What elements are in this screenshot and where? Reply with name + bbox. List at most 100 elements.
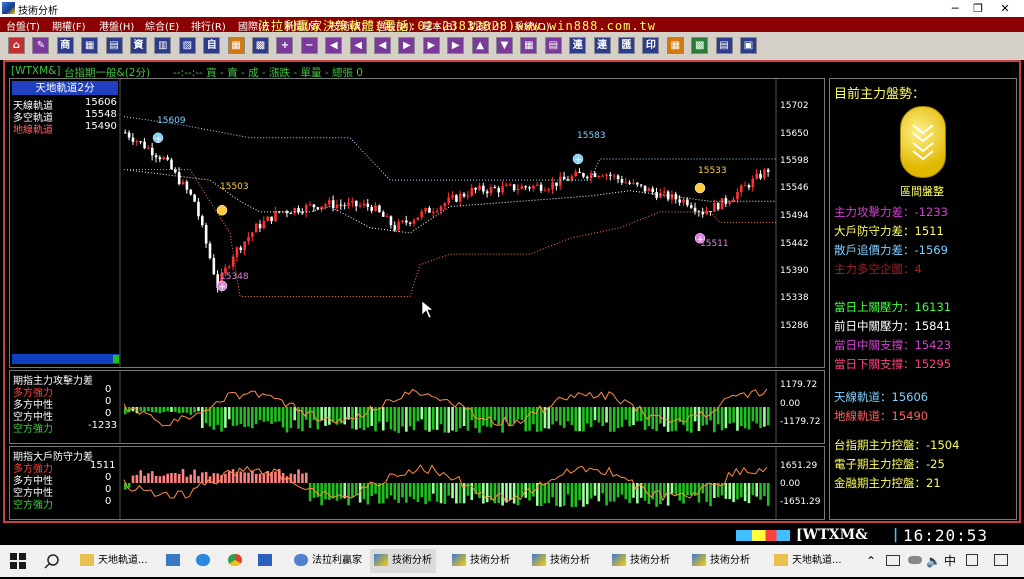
force-bar [532,483,535,497]
taskbar-item[interactable]: 天地軌道... [80,549,148,573]
toolbar-button-15[interactable]: ◀ [374,37,391,54]
force-bar [405,407,408,432]
chrome-icon[interactable] [228,549,246,573]
candle-body [766,169,770,172]
toolbar-button-12[interactable]: − [300,37,318,54]
toolbar-button-22[interactable]: ▤ [544,37,562,54]
toolbar-button-1[interactable]: ✎ [32,37,50,54]
toolbar-button-13[interactable]: ◀ [325,37,343,54]
toolbar-button-27[interactable]: ▦ [666,37,684,54]
taskbar-app-icon[interactable] [166,549,184,573]
taskbar-item[interactable]: 法拉利贏家 [294,549,362,573]
tray-chevron-icon[interactable]: ⌃ [866,549,876,573]
toolbar-button-14[interactable]: ◀ [349,37,367,54]
window-title-bar: 技術分析 ─ ❐ ✕ [0,0,1024,17]
candle-body [743,185,747,187]
force-bar [443,483,447,504]
candle-body [366,203,370,207]
toolbar-button-8[interactable]: 自 [203,37,221,54]
taskbar-item[interactable]: 技術分析 [452,549,510,573]
toolbar-button-19[interactable]: ▲ [471,37,489,54]
force-bar [458,483,462,504]
force-bar [362,407,366,431]
candle-body [285,211,289,214]
taskbar-item[interactable]: 技術分析 [532,549,590,573]
toolbar-button-4[interactable]: ▤ [105,37,123,54]
candle-body [663,191,666,193]
candle-body [316,207,320,210]
force-bar [216,407,219,425]
folder-icon [774,554,788,566]
toolbar-button-17[interactable]: ▶ [422,37,440,54]
force-bar [181,407,185,413]
toolbar-button-20[interactable]: ▼ [496,37,513,54]
toolbar-button-28[interactable]: ▩ [691,37,709,54]
toolbar-button-7[interactable]: ▧ [178,37,196,54]
candle-body [597,175,601,177]
toolbar-button-6[interactable]: ▥ [154,37,172,54]
taskbar-item[interactable]: 天地軌道... [774,549,842,573]
close-button[interactable]: ✕ [982,0,1024,17]
toolbar-button-18[interactable]: ▶ [447,37,465,54]
menu-item-taipan[interactable]: 台盤(T) [6,18,40,33]
clock: 16:20:53 [903,526,989,545]
force-bar [189,407,193,415]
chart-app-icon [532,554,546,566]
menu-item-futures[interactable]: 期權(F) [52,18,86,33]
toolbar-button-25[interactable]: 匯 [618,37,635,54]
candle-body [478,185,481,190]
toolbar-button-2[interactable]: 商 [56,37,74,54]
chart-app-icon [452,554,466,566]
toolbar-button-26[interactable]: 印 [642,37,660,54]
menu-item-combined[interactable]: 綜合(E) [145,18,179,33]
force-bar [328,407,331,425]
toolbar-button-5[interactable]: 資 [130,37,147,54]
candle-body [358,205,362,207]
toolbar-button-3[interactable]: ▦ [81,37,99,54]
marker-glyph: + [575,155,583,165]
toolbar-button-23[interactable]: 連 [569,37,587,54]
force-bar [297,469,300,483]
toolbar-button-10[interactable]: ▩ [252,37,269,54]
toolbar-button-21[interactable]: ▦ [520,37,538,54]
candle-body [547,189,551,191]
scrollbar-thumb[interactable] [113,355,119,363]
menu-item-ranking[interactable]: 排行(R) [191,18,226,33]
menu-item-hk[interactable]: 港盤(H) [99,18,134,33]
taskbar-item-label: 技術分析 [710,555,750,566]
y-tick: 15338 [780,293,809,303]
toolbar-button-16[interactable]: ▶ [398,37,416,54]
candle-body [578,171,581,174]
taskbar-item[interactable]: 技術分析 [612,549,670,573]
notification-icon[interactable] [994,549,1012,573]
taskbar-item[interactable]: 技術分析 [370,549,436,573]
ime-mode-icon[interactable] [966,549,982,573]
volume-icon[interactable]: 🔈 [926,549,941,573]
toolbar-button-24[interactable]: 連 [593,37,611,54]
force-bar [674,483,678,495]
force-bar [320,407,323,421]
network-icon[interactable] [886,549,904,573]
sub2-y-tick: -1651.29 [780,497,821,507]
teamviewer-icon[interactable] [258,549,276,573]
candle-body [720,198,724,210]
taskbar-item[interactable]: 技術分析 [692,549,750,573]
ime-indicator[interactable]: 中 [944,549,956,573]
toolbar-button-29[interactable]: ▤ [715,37,733,54]
candle-body [328,200,331,205]
force-bar [331,483,335,499]
toolbar-button-30[interactable]: ▣ [740,37,757,54]
chart-scrollbar[interactable] [12,354,120,364]
status-line: 主力多空企圖：4 [834,262,922,276]
ie-icon[interactable] [196,549,214,573]
onedrive-icon[interactable] [908,549,926,573]
toolbar-button-9[interactable]: ▦ [227,37,245,54]
candle-body [636,182,639,185]
candle-body [401,220,404,222]
search-icon[interactable] [44,549,66,573]
toolbar-button-11[interactable]: + [276,37,294,54]
candle-body [551,182,554,190]
toolbar-button-0[interactable]: ⌂ [8,37,25,54]
start-icon[interactable] [10,553,26,569]
force-bar [543,483,547,504]
